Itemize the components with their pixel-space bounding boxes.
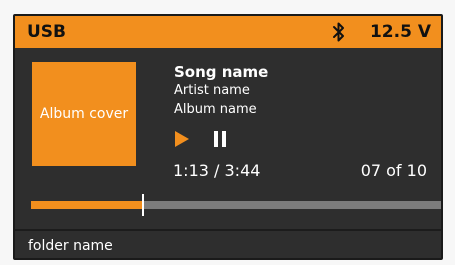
progress-fill: [31, 201, 142, 209]
playback-time: 1:13 / 3:44: [173, 161, 261, 180]
bluetooth-icon: [332, 21, 346, 43]
album-name: Album name: [174, 102, 257, 117]
head-unit-screen: USB 12.5 V Album cover Song name Artist …: [13, 14, 443, 260]
album-cover: Album cover: [32, 62, 136, 166]
artist-name: Artist name: [174, 83, 250, 98]
progress-handle[interactable]: [142, 194, 144, 216]
play-icon[interactable]: [174, 130, 190, 148]
folder-name: folder name: [28, 238, 113, 254]
pause-icon[interactable]: [212, 130, 228, 148]
progress-bar[interactable]: [31, 194, 441, 216]
song-title: Song name: [174, 63, 269, 81]
track-count: 07 of 10: [360, 161, 427, 180]
status-bar: USB 12.5 V: [15, 16, 441, 48]
album-cover-label: Album cover: [39, 106, 129, 122]
divider: [15, 229, 441, 231]
source-label: USB: [27, 22, 67, 42]
voltage-readout: 12.5 V: [369, 22, 431, 42]
